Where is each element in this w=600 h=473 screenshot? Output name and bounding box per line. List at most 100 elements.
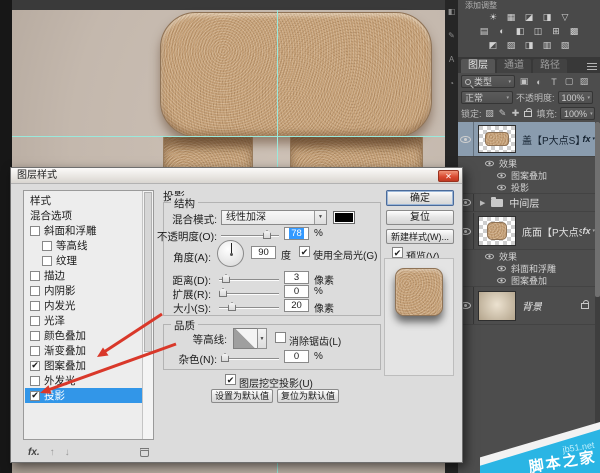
color-lookup-icon[interactable]: ▩	[567, 25, 581, 37]
layer-thumbnail[interactable]	[478, 290, 516, 321]
reset-button[interactable]: 复位	[386, 210, 454, 225]
filter-type-dropdown[interactable]: 类型 ▾	[461, 75, 515, 88]
style-item-contour[interactable]: 等高线	[25, 238, 142, 253]
color-balance-icon[interactable]: ◐	[495, 25, 509, 37]
layer-name[interactable]: 盖【P大点S】	[522, 132, 582, 147]
checkbox-checked[interactable]: ✔	[30, 360, 40, 371]
dock-icon[interactable]: ◔	[445, 72, 458, 96]
style-item-texture[interactable]: 纹理	[25, 253, 142, 268]
move-down-button[interactable]: ↓	[65, 447, 70, 458]
checkbox[interactable]	[42, 255, 52, 266]
photo-filter-icon[interactable]: ◫	[531, 25, 545, 37]
visibility-cell[interactable]	[458, 122, 474, 156]
vibrance-icon[interactable]: ▽	[558, 11, 572, 23]
filter-adjustment-layers-icon[interactable]: ◐	[533, 77, 545, 87]
angle-dial[interactable]	[217, 240, 244, 267]
spread-field[interactable]: 0	[284, 285, 309, 298]
filter-pixel-layers-icon[interactable]: ▣	[518, 76, 530, 87]
lock-move-icon[interactable]: ✚	[511, 108, 521, 119]
styles-header[interactable]: 样式	[25, 193, 142, 208]
distance-field[interactable]: 3	[284, 271, 309, 284]
tab-channels[interactable]: 通道	[497, 59, 531, 73]
checkbox[interactable]	[42, 240, 52, 251]
contour-picker-arrow[interactable]: ▼	[257, 328, 267, 349]
fx-badge[interactable]: fx	[582, 226, 592, 236]
checkbox-checked[interactable]: ✔	[30, 390, 40, 401]
layer-row-bottom[interactable]: 底面【P大点S】 fx ▾	[458, 213, 595, 250]
style-item-stroke[interactable]: 描边	[25, 268, 142, 283]
dock-icon[interactable]: A	[445, 48, 458, 72]
style-item-gradient-overlay[interactable]: 渐变叠加	[25, 343, 142, 358]
levels-icon[interactable]: ▦	[504, 11, 518, 23]
gradient-map-icon[interactable]: ▥	[540, 39, 554, 51]
dock-icon[interactable]: ◧	[445, 0, 458, 24]
threshold-icon[interactable]: ◨	[522, 39, 536, 51]
fx-header-row[interactable]: 效果	[458, 157, 595, 169]
contour-thumbnail[interactable]	[233, 328, 258, 349]
preview-checkbox[interactable]: ✔	[392, 247, 403, 258]
style-item-blending-options[interactable]: 混合选项	[25, 208, 142, 223]
spread-slider[interactable]	[219, 288, 279, 297]
fx-item-row[interactable]: 投影	[458, 181, 595, 194]
curves-icon[interactable]: ◪	[522, 11, 536, 23]
new-style-button[interactable]: 新建样式(W)...	[386, 229, 454, 244]
layer-name[interactable]: 背景	[522, 298, 542, 313]
style-item-pattern-overlay[interactable]: ✔ 图案叠加	[25, 358, 142, 373]
layer-fill-field[interactable]: 100% ▾	[560, 107, 596, 120]
hue-saturation-icon[interactable]: ▤	[477, 25, 491, 37]
eye-icon[interactable]	[485, 253, 494, 259]
filter-smart-objects-icon[interactable]: ▨	[578, 76, 590, 87]
dock-icon[interactable]: ✎	[445, 24, 458, 48]
fx-item-row[interactable]: 斜面和浮雕	[458, 262, 595, 274]
checkbox[interactable]	[30, 270, 40, 281]
layer-row-cap[interactable]: 盖【P大点S】 fx ▾	[458, 122, 595, 157]
style-item-inner-glow[interactable]: 内发光	[25, 298, 142, 313]
checkbox[interactable]	[30, 330, 40, 341]
knockout-checkbox[interactable]: ✔	[225, 374, 236, 385]
group-row[interactable]: ▶ 中间层	[458, 194, 595, 212]
global-light-checkbox[interactable]: ✔	[299, 246, 310, 257]
lock-all-icon[interactable]	[523, 107, 532, 117]
checkbox[interactable]	[30, 315, 40, 326]
lock-transparency-icon[interactable]: ▨	[485, 108, 495, 119]
fx-item-row[interactable]: 图案叠加	[458, 169, 595, 181]
filter-shape-layers-icon[interactable]: ▢	[563, 76, 575, 87]
layer-blend-mode-select[interactable]: 正常 ▾	[461, 91, 513, 104]
blend-mode-select[interactable]: 线性加深 ▼	[221, 210, 327, 225]
brightness-contrast-icon[interactable]: ☀	[486, 11, 500, 23]
layer-thumbnail[interactable]	[478, 216, 516, 246]
shadow-opacity-field[interactable]: 78	[284, 227, 309, 240]
layer-opacity-field[interactable]: 100% ▾	[557, 91, 593, 104]
checkbox[interactable]	[30, 375, 40, 386]
black-white-icon[interactable]: ◧	[513, 25, 527, 37]
fx-badge[interactable]: fx	[582, 134, 592, 144]
delete-style-button[interactable]	[140, 447, 149, 457]
opacity-slider[interactable]	[221, 230, 279, 239]
style-item-color-overlay[interactable]: 颜色叠加	[25, 328, 142, 343]
channel-mixer-icon[interactable]: ⊞	[549, 25, 563, 37]
checkbox[interactable]	[30, 345, 40, 356]
style-item-satin[interactable]: 光泽	[25, 313, 142, 328]
eye-icon[interactable]	[485, 160, 494, 166]
dialog-titlebar[interactable]: 图层样式	[11, 168, 462, 184]
panel-menu-icon[interactable]	[587, 63, 597, 70]
style-item-inner-shadow[interactable]: 内阴影	[25, 283, 142, 298]
reset-default-button[interactable]: 复位为默认值	[277, 389, 339, 403]
expand-triangle-icon[interactable]: ▶	[480, 199, 485, 207]
group-name[interactable]: 中间层	[509, 195, 539, 210]
posterize-icon[interactable]: ▨	[504, 39, 518, 51]
angle-field[interactable]: 90	[251, 246, 276, 259]
close-button[interactable]: ✕	[438, 170, 459, 182]
invert-icon[interactable]: ◩	[486, 39, 500, 51]
lock-paint-icon[interactable]: ✎	[498, 108, 508, 119]
antialias-checkbox[interactable]	[275, 332, 286, 343]
layer-name[interactable]: 底面【P大点S】	[522, 224, 582, 239]
fx-item-row[interactable]: 图案叠加	[458, 274, 595, 287]
tab-paths[interactable]: 路径	[533, 59, 567, 73]
style-item-drop-shadow[interactable]: ✔ 投影	[25, 388, 142, 403]
style-item-bevel-emboss[interactable]: 斜面和浮雕	[25, 223, 142, 238]
move-up-button[interactable]: ↑	[50, 447, 55, 458]
exposure-icon[interactable]: ◨	[540, 11, 554, 23]
scrollbar-thumb[interactable]	[595, 122, 600, 297]
style-item-outer-glow[interactable]: 外发光	[25, 373, 142, 388]
